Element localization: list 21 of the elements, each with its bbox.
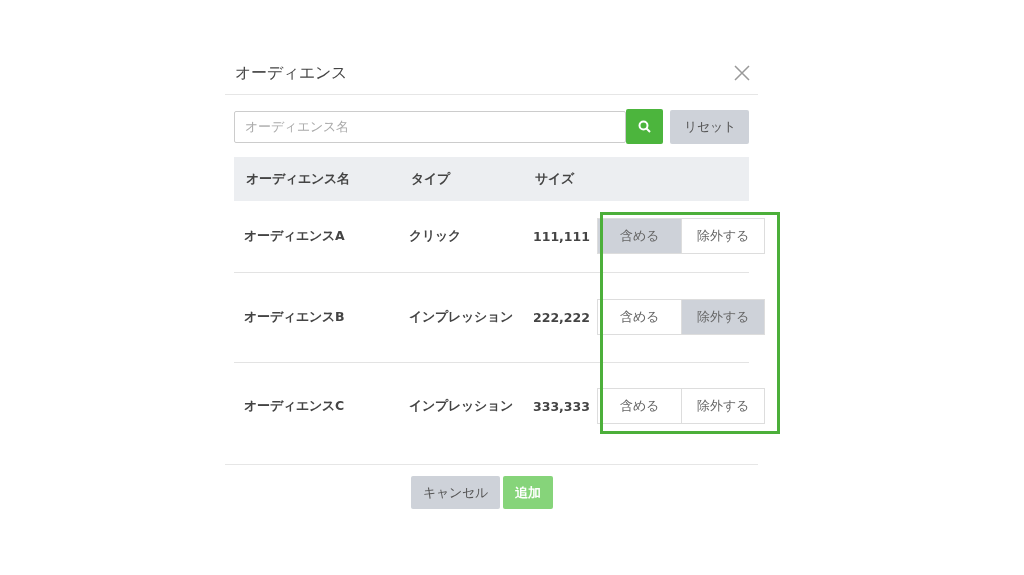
audience-size: 111,111 <box>523 201 593 272</box>
audience-name: オーディエンスB <box>234 272 399 362</box>
column-header: オーディエンス名 <box>234 157 399 201</box>
audience-size: 333,333 <box>523 362 593 450</box>
search-button[interactable] <box>626 109 663 144</box>
audience-name: オーディエンスC <box>234 362 399 450</box>
audience-name: オーディエンスA <box>234 201 399 272</box>
search-icon <box>638 120 651 133</box>
audience-type: インプレッション <box>399 362 523 450</box>
audience-type: クリック <box>399 201 523 272</box>
column-header: タイプ <box>399 157 523 201</box>
reset-button[interactable]: リセット <box>670 109 749 144</box>
segment-option[interactable]: 含める <box>598 219 681 254</box>
audience-type: インプレッション <box>399 272 523 362</box>
column-header: サイズ <box>523 157 593 201</box>
close-icon[interactable] <box>734 65 750 81</box>
search-field[interactable]: オーディエンス名 <box>234 110 626 143</box>
segment-option[interactable]: 除外する <box>680 300 764 334</box>
dialog-title: オーディエンス <box>235 62 347 84</box>
cancel-button[interactable]: キャンセル <box>410 476 500 509</box>
audience-size: 222,222 <box>523 272 593 362</box>
